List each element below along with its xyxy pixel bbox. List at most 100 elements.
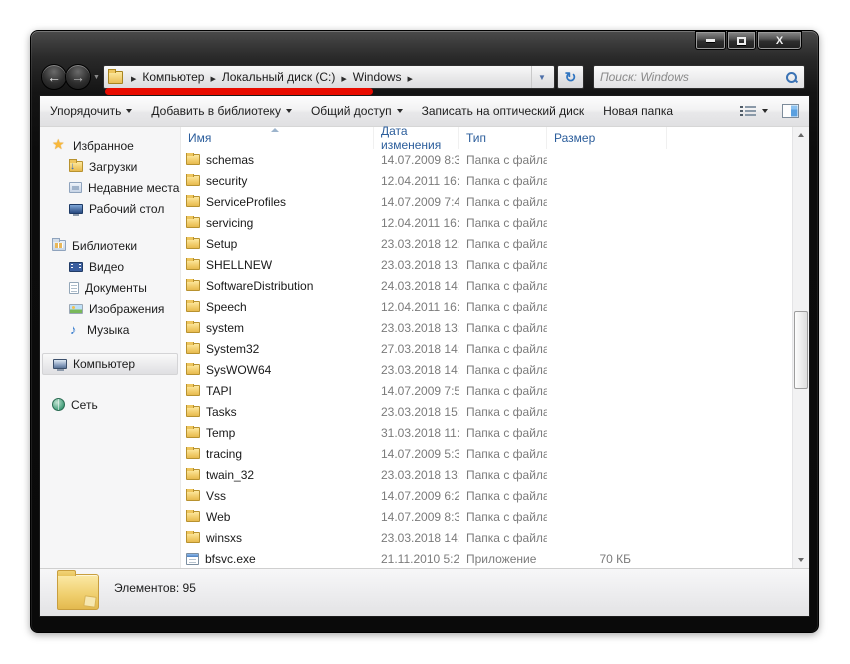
file-name: SysWOW64 xyxy=(206,363,271,377)
breadcrumb-separator-icon: ▶ xyxy=(131,76,136,83)
file-row-tracing[interactable]: tracing14.07.2009 5:34Папка с файлами xyxy=(181,443,792,464)
toolbar-button-3[interactable]: Записать на оптический диск xyxy=(422,104,585,118)
file-row-schemas[interactable]: schemas14.07.2009 8:32Папка с файлами xyxy=(181,149,792,170)
file-row-Web[interactable]: Web14.07.2009 8:32Папка с файлами xyxy=(181,506,792,527)
back-button[interactable]: ← xyxy=(41,64,67,90)
vertical-scrollbar[interactable] xyxy=(792,127,809,568)
file-row-SHELLNEW[interactable]: SHELLNEW23.03.2018 13:38Папка с файлами xyxy=(181,254,792,275)
file-row-ServiceProfiles[interactable]: ServiceProfiles14.07.2009 7:45Папка с фа… xyxy=(181,191,792,212)
file-size: 70 КБ xyxy=(547,552,635,566)
address-dropdown-icon[interactable]: ▼ xyxy=(531,66,552,88)
sidebar-gap xyxy=(40,375,180,394)
sidebar-item-1-1[interactable]: Документы xyxy=(40,277,180,298)
scrollbar-thumb[interactable] xyxy=(794,311,808,389)
sidebar-item-0[interactable]: Избранное xyxy=(40,135,180,156)
file-date: 12.04.2011 16:26 xyxy=(374,216,459,230)
breadcrumb-trailing-arrow-icon[interactable]: ▶ xyxy=(407,76,412,83)
toolbar-button-4[interactable]: Новая папка xyxy=(603,104,673,118)
dropdown-arrow-icon xyxy=(126,109,132,113)
star-icon xyxy=(52,139,67,152)
sidebar-item-0-2[interactable]: Рабочий стол xyxy=(40,198,180,219)
address-bar[interactable]: ▶Компьютер▶Локальный диск (C:)▶Windows▶ … xyxy=(103,65,555,89)
file-name: ServiceProfiles xyxy=(206,195,286,209)
column-header-date[interactable]: Дата изменения xyxy=(374,127,459,149)
sidebar-item-0-1[interactable]: Недавние места xyxy=(40,177,180,198)
file-row-TAPI[interactable]: TAPI14.07.2009 7:57Папка с файлами xyxy=(181,380,792,401)
column-header-name[interactable]: Имя xyxy=(181,127,374,149)
recent-pages-dropdown[interactable]: ▼ xyxy=(93,74,100,81)
breadcrumb-separator-icon: ▶ xyxy=(341,76,346,83)
search-placeholder: Поиск: Windows xyxy=(600,70,689,84)
breadcrumb-item-0[interactable]: Компьютер xyxy=(142,70,204,84)
command-toolbar: Упорядочить Добавить в библиотеку Общий до… xyxy=(40,96,809,127)
toolbar-button-1[interactable]: Добавить в библиотеку xyxy=(151,104,292,118)
change-view-button[interactable] xyxy=(740,105,768,118)
file-name: SHELLNEW xyxy=(206,258,272,272)
sidebar-item-2[interactable]: Компьютер xyxy=(42,353,178,375)
sidebar-item-1[interactable]: Библиотеки xyxy=(40,235,180,256)
folder-icon xyxy=(186,154,200,165)
explorer-window: X ← → ▼ ▶ Компьютер ▶ Локальный диск (C:) ▶ W… xyxy=(30,30,819,633)
breadcrumb-item-1[interactable]: Локальный диск (C:) xyxy=(222,70,336,84)
file-date: 27.03.2018 14:49 xyxy=(374,342,459,356)
toolbar-button-0[interactable]: Упорядочить xyxy=(50,104,132,118)
computer-icon xyxy=(53,359,67,369)
file-row-System32[interactable]: System3227.03.2018 14:49Папка с файлами xyxy=(181,338,792,359)
scroll-up-button[interactable] xyxy=(793,127,809,143)
file-type: Папка с файлами xyxy=(459,342,547,356)
folder-icon xyxy=(186,427,200,438)
file-row-bfsvc.exe[interactable]: bfsvc.exe21.11.2010 5:24Приложение70 КБ xyxy=(181,548,792,568)
file-name: bfsvc.exe xyxy=(205,552,256,566)
breadcrumb-item-2[interactable]: Windows xyxy=(353,70,402,84)
views-icon xyxy=(740,105,756,118)
file-row-Temp[interactable]: Temp31.03.2018 11:29Папка с файлами xyxy=(181,422,792,443)
file-name: Setup xyxy=(206,237,237,251)
status-bar: Элементов: 95 xyxy=(40,568,809,616)
sidebar-item-0-0[interactable]: Загрузки xyxy=(40,156,180,177)
title-bar[interactable]: X xyxy=(39,31,810,59)
file-row-security[interactable]: security12.04.2011 16:37Папка с файлами xyxy=(181,170,792,191)
sidebar-item-3[interactable]: Сеть xyxy=(40,394,180,415)
sidebar-item-1-3[interactable]: Музыка xyxy=(40,319,180,340)
toolbar-button-2[interactable]: Общий доступ xyxy=(311,104,403,118)
preview-pane-button[interactable] xyxy=(782,104,799,118)
search-icon[interactable] xyxy=(785,71,798,84)
file-row-Tasks[interactable]: Tasks23.03.2018 15:10Папка с файлами xyxy=(181,401,792,422)
dropdown-arrow-icon xyxy=(397,109,403,113)
column-header-size[interactable]: Размер xyxy=(547,127,667,149)
file-type: Папка с файлами xyxy=(459,300,547,314)
file-type: Папка с файлами xyxy=(459,468,547,482)
file-date: 23.03.2018 13:05 xyxy=(374,321,459,335)
file-name: TAPI xyxy=(206,384,232,398)
sidebar-item-label: Изображения xyxy=(89,302,164,316)
maximize-button[interactable] xyxy=(727,31,756,50)
file-date: 23.03.2018 14:46 xyxy=(374,531,459,545)
file-date: 31.03.2018 11:29 xyxy=(374,426,459,440)
file-date: 23.03.2018 14:50 xyxy=(374,363,459,377)
file-row-servicing[interactable]: servicing12.04.2011 16:26Папка с файлами xyxy=(181,212,792,233)
file-row-SoftwareDistribution[interactable]: SoftwareDistribution24.03.2018 14:14Папк… xyxy=(181,275,792,296)
refresh-button[interactable]: ↻ xyxy=(557,65,584,89)
folder-icon xyxy=(186,532,200,543)
file-row-Vss[interactable]: Vss14.07.2009 6:20Папка с файлами xyxy=(181,485,792,506)
file-row-system[interactable]: system23.03.2018 13:05Папка с файлами xyxy=(181,317,792,338)
forward-button[interactable]: → xyxy=(65,64,91,90)
search-input[interactable]: Поиск: Windows xyxy=(593,65,805,89)
scroll-down-button[interactable] xyxy=(793,552,809,568)
file-row-Setup[interactable]: Setup23.03.2018 12:47Папка с файлами xyxy=(181,233,792,254)
file-row-Speech[interactable]: Speech12.04.2011 16:21Папка с файлами xyxy=(181,296,792,317)
file-row-twain_32[interactable]: twain_3223.03.2018 13:05Папка с файлами xyxy=(181,464,792,485)
sidebar-gap xyxy=(40,219,180,235)
file-type: Папка с файлами xyxy=(459,447,547,461)
folder-icon xyxy=(186,343,200,354)
folder-icon xyxy=(186,511,200,522)
sidebar-item-1-0[interactable]: Видео xyxy=(40,256,180,277)
file-row-winsxs[interactable]: winsxs23.03.2018 14:46Папка с файлами xyxy=(181,527,792,548)
minimize-button[interactable] xyxy=(695,31,726,50)
folder-icon xyxy=(186,469,200,480)
file-date: 23.03.2018 15:10 xyxy=(374,405,459,419)
sidebar-item-1-2[interactable]: Изображения xyxy=(40,298,180,319)
column-header-type[interactable]: Тип xyxy=(459,127,547,149)
close-button[interactable]: X xyxy=(757,31,802,50)
file-row-SysWOW64[interactable]: SysWOW6423.03.2018 14:50Папка с файлами xyxy=(181,359,792,380)
